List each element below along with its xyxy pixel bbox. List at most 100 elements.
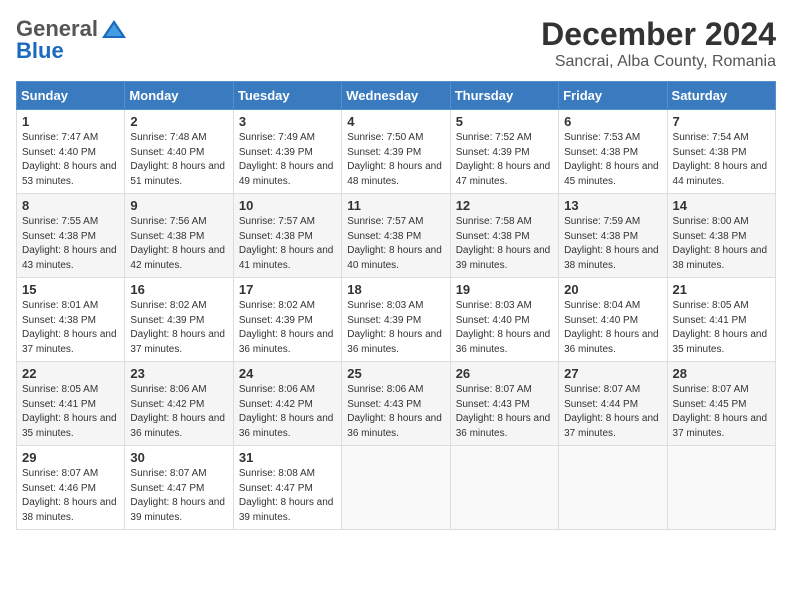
calendar-cell: 20 Sunrise: 8:04 AMSunset: 4:40 PMDaylig…	[559, 278, 667, 362]
calendar-cell: 12 Sunrise: 7:58 AMSunset: 4:38 PMDaylig…	[450, 194, 558, 278]
day-number: 12	[456, 198, 553, 213]
day-info: Sunrise: 8:03 AMSunset: 4:40 PMDaylight:…	[456, 299, 553, 357]
day-info: Sunrise: 8:02 AMSunset: 4:39 PMDaylight:…	[130, 299, 227, 357]
day-info: Sunrise: 8:00 AMSunset: 4:38 PMDaylight:…	[673, 215, 770, 273]
day-info: Sunrise: 7:49 AMSunset: 4:39 PMDaylight:…	[239, 131, 336, 189]
day-number: 23	[130, 366, 227, 381]
calendar-week-5: 29 Sunrise: 8:07 AMSunset: 4:46 PMDaylig…	[17, 446, 776, 530]
day-info: Sunrise: 8:06 AMSunset: 4:42 PMDaylight:…	[239, 383, 336, 441]
title-section: December 2024 Sancrai, Alba County, Roma…	[541, 16, 776, 71]
day-number: 19	[456, 282, 553, 297]
header-tuesday: Tuesday	[233, 82, 341, 110]
day-info: Sunrise: 8:05 AMSunset: 4:41 PMDaylight:…	[22, 383, 119, 441]
calendar-cell: 28 Sunrise: 8:07 AMSunset: 4:45 PMDaylig…	[667, 362, 775, 446]
header-saturday: Saturday	[667, 82, 775, 110]
calendar-cell: 8 Sunrise: 7:55 AMSunset: 4:38 PMDayligh…	[17, 194, 125, 278]
calendar-cell: 24 Sunrise: 8:06 AMSunset: 4:42 PMDaylig…	[233, 362, 341, 446]
logo: General Blue	[16, 16, 128, 64]
calendar-cell: 3 Sunrise: 7:49 AMSunset: 4:39 PMDayligh…	[233, 110, 341, 194]
day-number: 17	[239, 282, 336, 297]
day-info: Sunrise: 7:57 AMSunset: 4:38 PMDaylight:…	[239, 215, 336, 273]
calendar-week-1: 1 Sunrise: 7:47 AMSunset: 4:40 PMDayligh…	[17, 110, 776, 194]
day-number: 5	[456, 114, 553, 129]
calendar-cell: 7 Sunrise: 7:54 AMSunset: 4:38 PMDayligh…	[667, 110, 775, 194]
calendar-cell: 16 Sunrise: 8:02 AMSunset: 4:39 PMDaylig…	[125, 278, 233, 362]
calendar-cell: 13 Sunrise: 7:59 AMSunset: 4:38 PMDaylig…	[559, 194, 667, 278]
calendar-week-4: 22 Sunrise: 8:05 AMSunset: 4:41 PMDaylig…	[17, 362, 776, 446]
day-info: Sunrise: 7:59 AMSunset: 4:38 PMDaylight:…	[564, 215, 661, 273]
day-number: 8	[22, 198, 119, 213]
day-number: 4	[347, 114, 444, 129]
day-number: 7	[673, 114, 770, 129]
day-info: Sunrise: 7:56 AMSunset: 4:38 PMDaylight:…	[130, 215, 227, 273]
calendar-cell: 9 Sunrise: 7:56 AMSunset: 4:38 PMDayligh…	[125, 194, 233, 278]
calendar-cell: 29 Sunrise: 8:07 AMSunset: 4:46 PMDaylig…	[17, 446, 125, 530]
calendar-cell: 14 Sunrise: 8:00 AMSunset: 4:38 PMDaylig…	[667, 194, 775, 278]
day-info: Sunrise: 7:54 AMSunset: 4:38 PMDaylight:…	[673, 131, 770, 189]
calendar-week-3: 15 Sunrise: 8:01 AMSunset: 4:38 PMDaylig…	[17, 278, 776, 362]
calendar-cell	[450, 446, 558, 530]
day-number: 31	[239, 450, 336, 465]
calendar-cell	[667, 446, 775, 530]
day-number: 6	[564, 114, 661, 129]
day-number: 22	[22, 366, 119, 381]
calendar-cell: 10 Sunrise: 7:57 AMSunset: 4:38 PMDaylig…	[233, 194, 341, 278]
day-number: 2	[130, 114, 227, 129]
page-header: General Blue December 2024 Sancrai, Alba…	[16, 16, 776, 71]
calendar-cell: 1 Sunrise: 7:47 AMSunset: 4:40 PMDayligh…	[17, 110, 125, 194]
day-info: Sunrise: 8:06 AMSunset: 4:43 PMDaylight:…	[347, 383, 444, 441]
header-thursday: Thursday	[450, 82, 558, 110]
header-wednesday: Wednesday	[342, 82, 450, 110]
calendar-cell: 25 Sunrise: 8:06 AMSunset: 4:43 PMDaylig…	[342, 362, 450, 446]
day-info: Sunrise: 7:53 AMSunset: 4:38 PMDaylight:…	[564, 131, 661, 189]
day-info: Sunrise: 8:06 AMSunset: 4:42 PMDaylight:…	[130, 383, 227, 441]
day-info: Sunrise: 8:07 AMSunset: 4:43 PMDaylight:…	[456, 383, 553, 441]
calendar-cell: 11 Sunrise: 7:57 AMSunset: 4:38 PMDaylig…	[342, 194, 450, 278]
day-number: 18	[347, 282, 444, 297]
calendar-cell: 18 Sunrise: 8:03 AMSunset: 4:39 PMDaylig…	[342, 278, 450, 362]
day-info: Sunrise: 8:07 AMSunset: 4:47 PMDaylight:…	[130, 467, 227, 525]
day-info: Sunrise: 7:50 AMSunset: 4:39 PMDaylight:…	[347, 131, 444, 189]
calendar-cell: 31 Sunrise: 8:08 AMSunset: 4:47 PMDaylig…	[233, 446, 341, 530]
calendar-week-2: 8 Sunrise: 7:55 AMSunset: 4:38 PMDayligh…	[17, 194, 776, 278]
header-friday: Friday	[559, 82, 667, 110]
calendar-cell: 2 Sunrise: 7:48 AMSunset: 4:40 PMDayligh…	[125, 110, 233, 194]
day-number: 21	[673, 282, 770, 297]
day-number: 24	[239, 366, 336, 381]
calendar-cell	[559, 446, 667, 530]
day-number: 10	[239, 198, 336, 213]
header-sunday: Sunday	[17, 82, 125, 110]
day-info: Sunrise: 7:47 AMSunset: 4:40 PMDaylight:…	[22, 131, 119, 189]
day-number: 1	[22, 114, 119, 129]
day-number: 27	[564, 366, 661, 381]
calendar-cell: 21 Sunrise: 8:05 AMSunset: 4:41 PMDaylig…	[667, 278, 775, 362]
day-number: 3	[239, 114, 336, 129]
day-info: Sunrise: 8:05 AMSunset: 4:41 PMDaylight:…	[673, 299, 770, 357]
day-number: 11	[347, 198, 444, 213]
day-info: Sunrise: 8:07 AMSunset: 4:45 PMDaylight:…	[673, 383, 770, 441]
day-info: Sunrise: 8:07 AMSunset: 4:46 PMDaylight:…	[22, 467, 119, 525]
day-number: 16	[130, 282, 227, 297]
day-number: 29	[22, 450, 119, 465]
calendar-cell: 5 Sunrise: 7:52 AMSunset: 4:39 PMDayligh…	[450, 110, 558, 194]
day-info: Sunrise: 7:52 AMSunset: 4:39 PMDaylight:…	[456, 131, 553, 189]
calendar-cell: 6 Sunrise: 7:53 AMSunset: 4:38 PMDayligh…	[559, 110, 667, 194]
calendar-cell: 23 Sunrise: 8:06 AMSunset: 4:42 PMDaylig…	[125, 362, 233, 446]
location-subtitle: Sancrai, Alba County, Romania	[541, 53, 776, 71]
logo-blue: Blue	[16, 38, 64, 64]
calendar-cell: 26 Sunrise: 8:07 AMSunset: 4:43 PMDaylig…	[450, 362, 558, 446]
day-number: 14	[673, 198, 770, 213]
day-info: Sunrise: 7:58 AMSunset: 4:38 PMDaylight:…	[456, 215, 553, 273]
logo-icon	[100, 18, 128, 40]
calendar-header-row: SundayMondayTuesdayWednesdayThursdayFrid…	[17, 82, 776, 110]
month-title: December 2024	[541, 16, 776, 53]
day-info: Sunrise: 8:04 AMSunset: 4:40 PMDaylight:…	[564, 299, 661, 357]
day-info: Sunrise: 8:08 AMSunset: 4:47 PMDaylight:…	[239, 467, 336, 525]
calendar-cell: 19 Sunrise: 8:03 AMSunset: 4:40 PMDaylig…	[450, 278, 558, 362]
day-number: 15	[22, 282, 119, 297]
day-number: 26	[456, 366, 553, 381]
calendar-cell: 17 Sunrise: 8:02 AMSunset: 4:39 PMDaylig…	[233, 278, 341, 362]
calendar-cell	[342, 446, 450, 530]
day-info: Sunrise: 7:55 AMSunset: 4:38 PMDaylight:…	[22, 215, 119, 273]
day-number: 30	[130, 450, 227, 465]
